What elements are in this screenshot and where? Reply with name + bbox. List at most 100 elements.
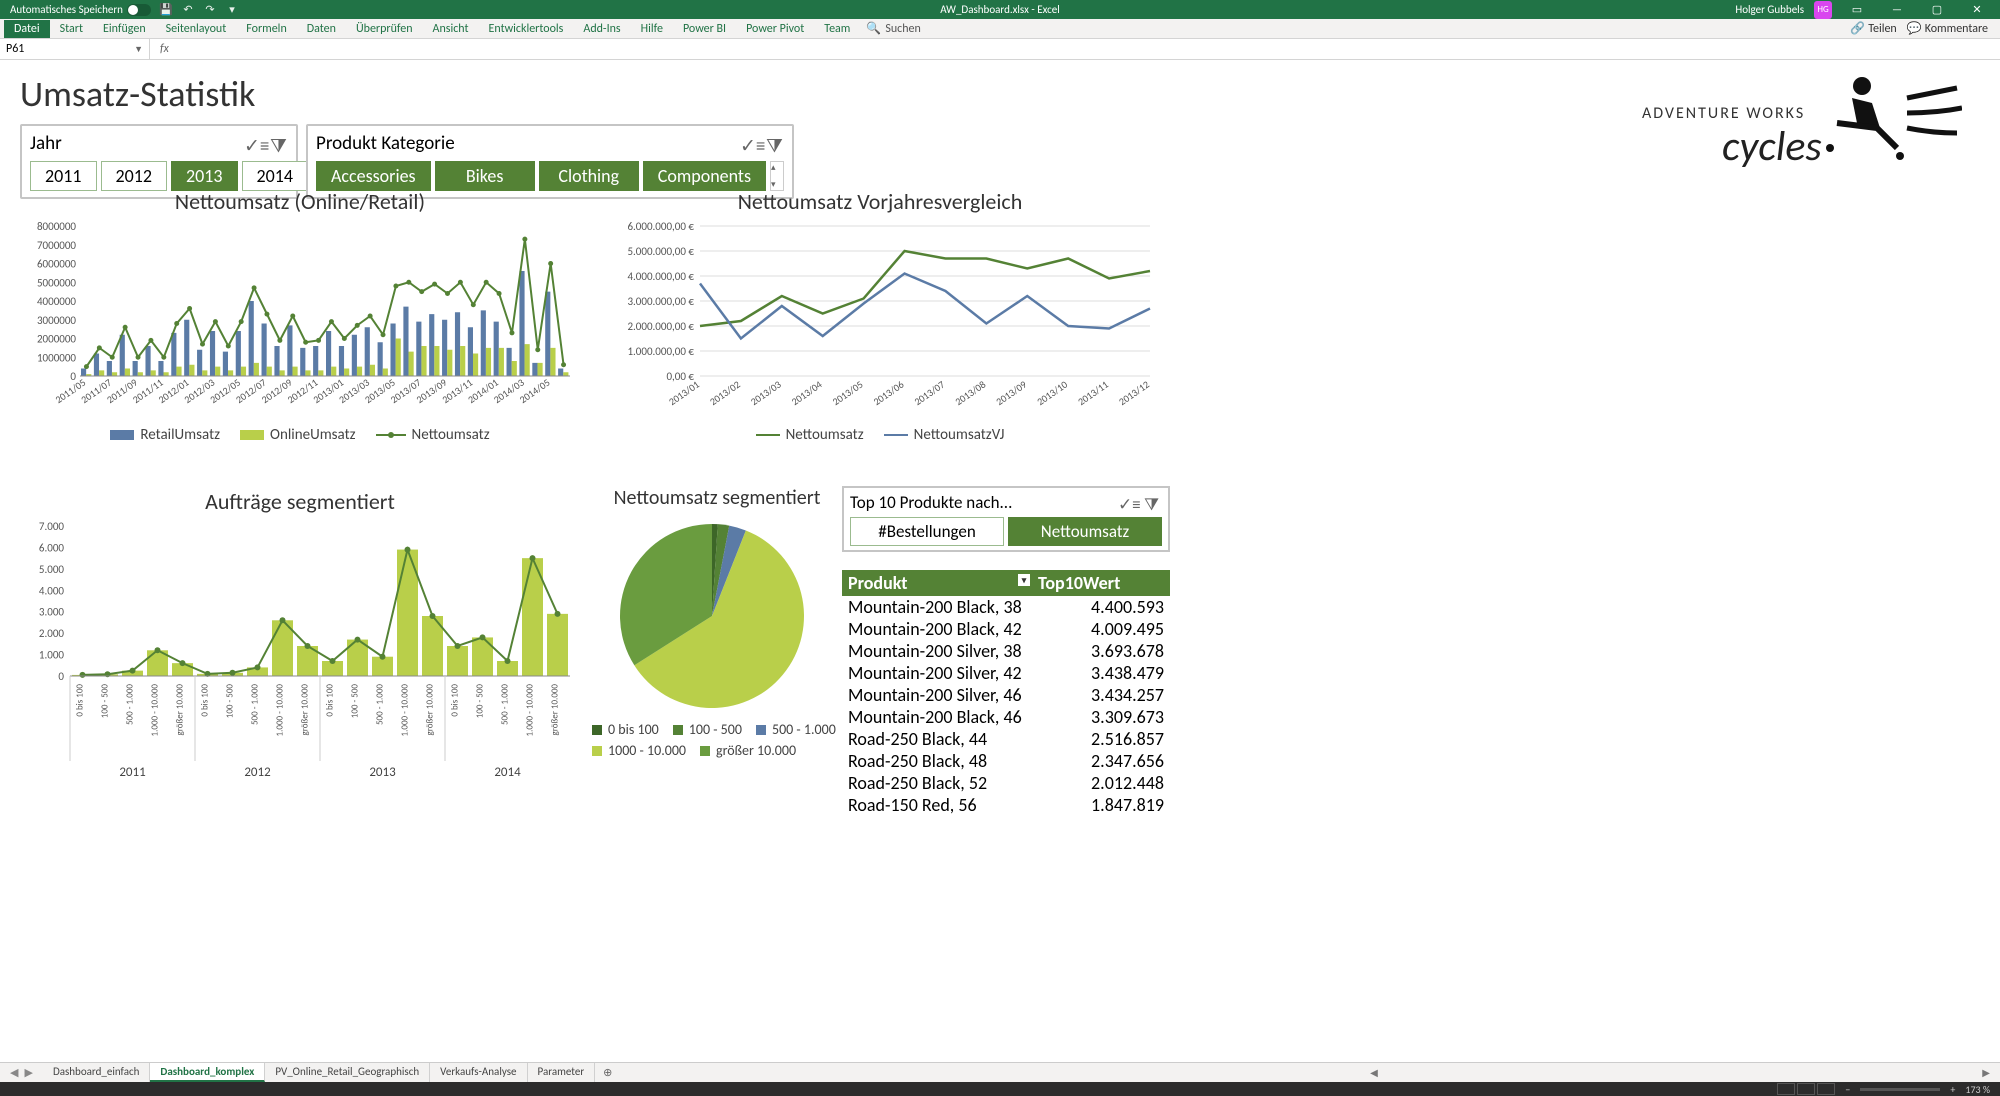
ribbon-tab-datei[interactable]: Datei — [4, 20, 50, 38]
save-icon[interactable]: 💾 — [159, 3, 173, 17]
chart-nettoumsatz-online-retail[interactable]: Nettoumsatz (Online/Retail) 010000002000… — [20, 188, 580, 478]
slicer-jahr-2014[interactable]: 2014 — [242, 161, 309, 191]
zoom-level[interactable]: 173 % — [1965, 1083, 1990, 1096]
undo-icon[interactable]: ↶ — [181, 3, 195, 17]
svg-text:cycles: cycles — [1722, 121, 1822, 172]
hscroll-right-icon[interactable]: ▶ — [1982, 1066, 1990, 1079]
sheet-tab-Dashboard_komplex[interactable]: Dashboard_komplex — [150, 1063, 265, 1082]
add-sheet-button[interactable]: ⊕ — [595, 1066, 620, 1079]
svg-text:4000000: 4000000 — [37, 295, 76, 308]
td-wert: 3.693.678 — [1085, 640, 1170, 662]
td-produkt: Mountain-200 Black, 38 — [842, 596, 1085, 618]
sheet-tab-Parameter[interactable]: Parameter — [528, 1063, 596, 1082]
slicer-top10-nettoumsatz[interactable]: Nettoumsatz — [1008, 517, 1162, 546]
comments-button[interactable]: 💬 Kommentare — [1907, 21, 1988, 36]
view-normal-icon[interactable] — [1777, 1083, 1795, 1095]
svg-text:1.000 - 10.000: 1.000 - 10.000 — [525, 684, 536, 737]
table-row: Road-150 Red, 561.847.819 — [842, 794, 1170, 816]
svg-text:500 - 1.000: 500 - 1.000 — [375, 684, 386, 725]
name-box[interactable]: P61 ▼ — [0, 39, 150, 59]
view-page-break-icon[interactable] — [1817, 1083, 1835, 1095]
chart3-plot: 01.0002.0003.0004.0005.0006.0007.0000 bi… — [20, 521, 580, 791]
chart-auftraege-segmentiert[interactable]: Aufträge segmentiert 01.0002.0003.0004.0… — [20, 488, 580, 798]
svg-text:2014: 2014 — [494, 765, 521, 780]
toggle-switch-icon — [127, 4, 151, 16]
ribbon-tab-formeln[interactable]: Formeln — [236, 20, 296, 38]
svg-text:2000000: 2000000 — [37, 333, 76, 346]
ribbon-tab-daten[interactable]: Daten — [297, 20, 346, 38]
fx-icon[interactable]: fx — [150, 42, 179, 56]
ribbon-tab-hilfe[interactable]: Hilfe — [631, 20, 673, 38]
nav-next-icon[interactable]: ▶ — [24, 1066, 32, 1079]
clear-filter-icon[interactable]: ⧩ — [766, 135, 784, 153]
slicer-kat-clothing[interactable]: Clothing — [539, 161, 639, 191]
tell-me-search[interactable]: 🔍 Suchen — [866, 21, 920, 36]
clear-filter-icon[interactable]: ⧩ — [1144, 494, 1162, 512]
redo-icon[interactable]: ↷ — [203, 3, 217, 17]
chart-nettoumsatz-segmentiert[interactable]: Nettoumsatz segmentiert 0 bis 100 100 - … — [592, 486, 842, 776]
td-produkt: Mountain-200 Silver, 46 — [842, 684, 1085, 706]
svg-text:100 - 500: 100 - 500 — [225, 684, 236, 719]
autosave-toggle[interactable]: Automatisches Speichern — [10, 3, 151, 16]
slicer-jahr-title: Jahr — [30, 132, 62, 155]
zoom-out-icon[interactable]: − — [1845, 1083, 1850, 1096]
slicer-jahr-2013[interactable]: 2013 — [171, 161, 238, 191]
ribbon-tab-einfuegen[interactable]: Einfügen — [93, 20, 156, 38]
avatar[interactable]: HG — [1814, 1, 1832, 19]
ribbon-tab-seitenlayout[interactable]: Seitenlayout — [156, 20, 237, 38]
slicer-jahr-2011[interactable]: 2011 — [30, 161, 97, 191]
multiselect-icon[interactable]: ✓≡ — [1118, 494, 1136, 512]
share-button[interactable]: 🔗 Teilen — [1850, 21, 1897, 36]
titlebar: Automatisches Speichern 💾 ↶ ↷ ▾ AW_Dashb… — [0, 0, 2000, 19]
ribbon-tab-powerpivot[interactable]: Power Pivot — [736, 20, 814, 38]
sheet-tab-Verkaufs-Analyse[interactable]: Verkaufs-Analyse — [430, 1063, 527, 1082]
sheet-nav[interactable]: ◀▶ — [0, 1066, 43, 1079]
sheet-tab-Dashboard_einfach[interactable]: Dashboard_einfach — [43, 1063, 150, 1082]
zoom-in-icon[interactable]: + — [1950, 1083, 1955, 1096]
username[interactable]: Holger Gubbels — [1735, 3, 1804, 16]
zoom-slider[interactable] — [1860, 1088, 1940, 1091]
clear-filter-icon[interactable]: ⧩ — [270, 135, 288, 153]
multiselect-icon[interactable]: ✓≡ — [740, 135, 758, 153]
ribbon-tab-ueberpruefen[interactable]: Überprüfen — [346, 20, 423, 38]
table-row: Mountain-200 Black, 384.400.593 — [842, 596, 1170, 618]
slicer-kat-bikes[interactable]: Bikes — [435, 161, 535, 191]
th-produkt[interactable]: Produkt▾ — [842, 570, 1032, 596]
sheet-tab-PV_Online_Retail_Geographisch[interactable]: PV_Online_Retail_Geographisch — [265, 1063, 430, 1082]
ribbon-tab-start[interactable]: Start — [50, 20, 93, 38]
svg-text:0 bis 100: 0 bis 100 — [75, 684, 86, 717]
minimize-icon[interactable]: — — [1882, 0, 1912, 19]
filter-dropdown-icon[interactable]: ▾ — [1018, 574, 1030, 586]
slicer-top10-bestellungen[interactable]: #Bestellungen — [850, 517, 1004, 546]
svg-text:2.000: 2.000 — [39, 627, 65, 640]
slicer-kat-accessories[interactable]: Accessories — [316, 161, 431, 191]
view-page-layout-icon[interactable] — [1797, 1083, 1815, 1095]
svg-text:100 - 500: 100 - 500 — [100, 684, 111, 719]
th-wert[interactable]: Top10Wert — [1032, 570, 1170, 596]
ribbon-tab-team[interactable]: Team — [814, 20, 860, 38]
nav-prev-icon[interactable]: ◀ — [10, 1066, 18, 1079]
svg-text:3.000.000,00 €: 3.000.000,00 € — [627, 295, 694, 308]
ribbon-display-icon[interactable]: ▭ — [1842, 0, 1872, 19]
table-row: Mountain-200 Black, 424.009.495 — [842, 618, 1170, 640]
slicer-jahr-2012[interactable]: 2012 — [101, 161, 168, 191]
ribbon-tab-ansicht[interactable]: Ansicht — [423, 20, 479, 38]
ribbon-tab-addins[interactable]: Add-Ins — [573, 20, 630, 38]
slicer-kat-components[interactable]: Components — [643, 161, 766, 191]
maximize-icon[interactable]: ▢ — [1922, 0, 1952, 19]
hscroll-left-icon[interactable]: ◀ — [1370, 1066, 1378, 1079]
table-row: Road-250 Black, 442.516.857 — [842, 728, 1170, 750]
slicer-kat-title: Produkt Kategorie — [316, 132, 455, 155]
svg-text:6.000: 6.000 — [39, 541, 65, 554]
svg-text:2013/08: 2013/08 — [953, 378, 989, 408]
svg-text:größer 10.000: größer 10.000 — [300, 684, 311, 736]
qat-dropdown-icon[interactable]: ▾ — [225, 3, 239, 17]
ribbon-tab-entwicklertools[interactable]: Entwicklertools — [479, 20, 574, 38]
chart-vorjahresvergleich[interactable]: Nettoumsatz Vorjahresvergleich 0,00 €1.0… — [600, 188, 1160, 478]
svg-text:7000000: 7000000 — [37, 239, 76, 252]
td-produkt: Mountain-200 Silver, 38 — [842, 640, 1085, 662]
ribbon-tab-powerbi[interactable]: Power BI — [673, 20, 736, 38]
slicer-scrollbar[interactable]: ▴▾ — [770, 161, 784, 191]
multiselect-icon[interactable]: ✓≡ — [244, 135, 262, 153]
close-icon[interactable]: ✕ — [1962, 0, 1992, 19]
